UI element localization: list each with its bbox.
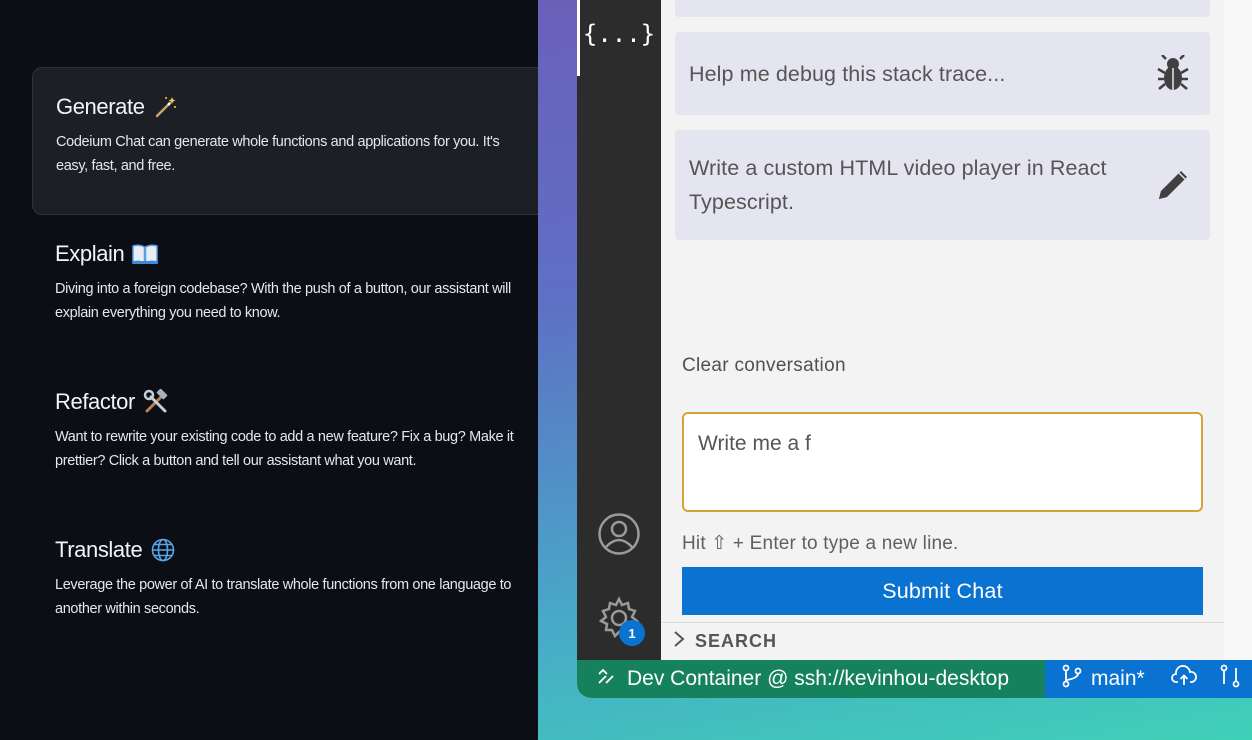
chat-panel: Help me debug this stack trace... Write … (661, 0, 1224, 660)
feature-title: Generate (56, 92, 551, 122)
account-icon[interactable] (595, 510, 643, 558)
active-indicator (577, 0, 580, 76)
feature-card-explain[interactable]: Explain Diving into a foreign codebase? … (32, 215, 552, 325)
suggestion-video-player[interactable]: Write a custom HTML video player in Reac… (675, 130, 1210, 240)
suggestion-debug[interactable]: Help me debug this stack trace... (675, 32, 1210, 115)
feature-card-generate[interactable]: Generate Codeium Chat can generate whole… (32, 67, 552, 215)
feature-card-refactor[interactable]: Refactor Want to rewrite your existing c… (32, 363, 552, 473)
activity-bar: {...} 1 (577, 0, 661, 660)
hammer-wrench-icon (143, 389, 169, 415)
feature-description: Diving into a foreign codebase? With the… (55, 281, 511, 321)
magic-wand-icon (153, 94, 179, 120)
chevron-right-icon (673, 630, 685, 653)
feature-title: Refactor (55, 387, 552, 417)
globe-icon (150, 537, 176, 563)
feature-description: Codeium Chat can generate whole function… (56, 134, 500, 174)
pencil-icon (1151, 165, 1196, 205)
vscode-window: {...} 1 Help me debug this stack trace..… (577, 0, 1252, 698)
suggestion-previous[interactable] (675, 0, 1210, 17)
sync-cloud-icon[interactable] (1170, 665, 1197, 693)
search-section-header[interactable]: SEARCH (661, 622, 1224, 660)
codeium-icon[interactable]: {...} (583, 10, 655, 58)
input-hint: Hit ⇧ + Enter to type a new line. (682, 533, 959, 554)
git-branch-icon (1061, 664, 1083, 694)
feature-title: Translate (55, 535, 552, 565)
settings-badge: 1 (619, 620, 645, 646)
bug-icon (1150, 54, 1196, 93)
status-bar: Dev Container @ ssh://kevinhou-desktop m… (577, 660, 1252, 698)
feature-card-translate[interactable]: Translate Leverage the power of AI to tr… (32, 511, 552, 621)
remote-icon (597, 667, 615, 691)
status-bar-right: main* (1045, 660, 1252, 698)
clear-conversation-button[interactable]: Clear conversation (682, 355, 846, 377)
git-compare-icon[interactable] (1219, 664, 1241, 694)
submit-chat-button[interactable]: Submit Chat (682, 567, 1203, 615)
editor-edge (1224, 0, 1252, 660)
feature-description: Want to rewrite your existing code to ad… (55, 429, 514, 469)
open-book-icon (132, 241, 159, 267)
feature-title: Explain (55, 239, 552, 269)
remote-indicator[interactable]: Dev Container @ ssh://kevinhou-desktop (577, 660, 1045, 698)
feature-description: Leverage the power of AI to translate wh… (55, 577, 512, 617)
branch-indicator[interactable]: main* (1061, 664, 1145, 694)
chat-input[interactable] (682, 412, 1203, 512)
